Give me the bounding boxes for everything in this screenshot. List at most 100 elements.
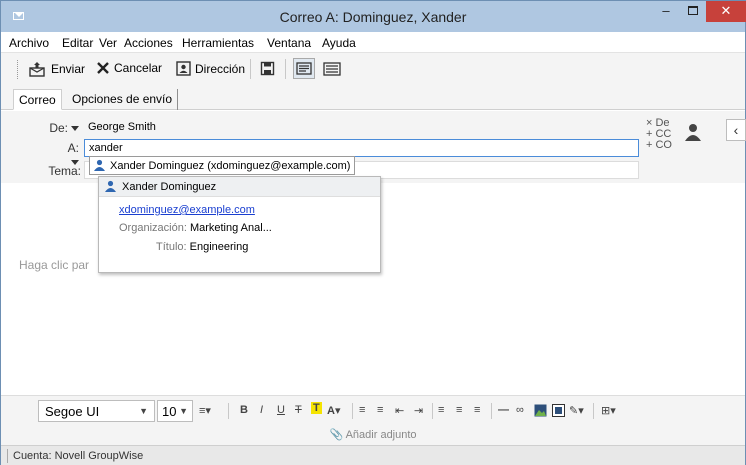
text-color-icon[interactable]: A▾: [327, 404, 340, 417]
from-field[interactable]: George Smith: [84, 119, 639, 137]
format-separator: [432, 403, 433, 419]
org-label: Organización:: [119, 222, 187, 234]
align-center-icon[interactable]: ≡: [456, 404, 462, 416]
format-separator: [491, 403, 492, 419]
plain-text-view-toggle[interactable]: [293, 58, 315, 79]
recipient-links: × De + CC + CO: [646, 118, 672, 151]
send-button[interactable]: Enviar: [29, 61, 85, 77]
body-placeholder: Haga clic par: [19, 258, 90, 272]
from-label-text: De:: [49, 121, 68, 135]
toolbar-separator: [250, 59, 251, 79]
menu-editar[interactable]: Editar: [62, 36, 93, 50]
format-separator: [352, 403, 353, 419]
contact-card-header: Xander Dominguez: [99, 177, 380, 197]
send-label: Enviar: [51, 62, 86, 76]
save-draft-button[interactable]: [260, 61, 275, 76]
chevron-down-icon: ▼: [179, 406, 188, 416]
html-view-icon: [323, 62, 341, 76]
font-family-value: Segoe UI: [45, 403, 100, 419]
menu-acciones[interactable]: Acciones: [124, 36, 173, 50]
font-size-select[interactable]: 10 ▼: [157, 400, 193, 422]
add-attachment-button[interactable]: 📎 Añadir adjunto: [1, 425, 745, 445]
chevron-left-icon: ‹: [733, 122, 739, 138]
toolbar: Enviar Cancelar Dirección: [1, 53, 745, 85]
maximize-button[interactable]: [680, 1, 706, 22]
link-icon[interactable]: ∞: [516, 404, 524, 416]
italic-icon[interactable]: I: [260, 404, 263, 416]
contact-name: Xander Dominguez: [122, 180, 217, 193]
tab-opciones-de-envio[interactable]: Opciones de envío: [67, 89, 179, 110]
maximize-icon: [688, 6, 698, 15]
format-toolbar: Segoe UI ▼ 10 ▼ ≡▾ B I U T T A▾ ≡ ≡ ⇤ ⇥ …: [1, 395, 745, 425]
cancel-label: Cancelar: [114, 61, 163, 75]
add-attachment-label: Añadir adjunto: [345, 429, 417, 441]
collapse-panel-button[interactable]: ‹: [726, 119, 746, 141]
align-left-icon[interactable]: ≡: [438, 404, 444, 416]
bullet-list-icon[interactable]: ≡: [377, 404, 383, 416]
outdent-icon[interactable]: ⇤: [395, 404, 404, 417]
format-separator: [593, 403, 594, 419]
numbered-list-icon[interactable]: ≡: [359, 404, 365, 416]
font-size-value: 10: [162, 403, 177, 419]
menu-ver[interactable]: Ver: [99, 36, 117, 50]
html-view-toggle[interactable]: [323, 62, 341, 76]
person-icon: [105, 180, 116, 192]
close-x-icon: [97, 62, 109, 74]
menu-ayuda[interactable]: Ayuda: [322, 36, 356, 50]
toolbar-separator: [285, 59, 286, 79]
window-title: Correo A: Dominguez, Xander: [279, 9, 467, 25]
text-view-icon: [296, 62, 312, 75]
menu-herramientas[interactable]: Herramientas: [182, 36, 254, 50]
to-label-text: A:: [67, 141, 79, 155]
tab-correo[interactable]: Correo: [13, 89, 62, 110]
chevron-down-icon: [71, 126, 79, 132]
font-family-select[interactable]: Segoe UI ▼: [38, 400, 155, 422]
close-button[interactable]: ✕: [706, 1, 746, 22]
account-status: Cuenta: Novell GroupWise: [13, 450, 144, 462]
tab-strip: Correo Opciones de envío: [1, 85, 745, 110]
person-icon: [94, 159, 105, 171]
address-book-button[interactable]: Dirección: [176, 61, 245, 76]
to-input[interactable]: xander: [84, 139, 639, 157]
address-label: Dirección: [195, 61, 246, 76]
contact-title: Título: Engineering: [156, 241, 248, 253]
toolbar-grip[interactable]: [17, 60, 20, 79]
line-spacing-icon[interactable]: ≡▾: [199, 404, 211, 417]
underline-icon[interactable]: U: [277, 404, 285, 416]
align-right-icon[interactable]: ≡: [474, 404, 480, 416]
cancel-button[interactable]: Cancelar: [96, 61, 162, 75]
org-value: Marketing Anal...: [189, 222, 272, 234]
horizontal-line-icon[interactable]: —: [498, 404, 509, 416]
menu-ventana[interactable]: Ventana: [267, 36, 311, 50]
strikethrough-icon[interactable]: T: [295, 404, 302, 416]
contact-button[interactable]: [681, 121, 705, 145]
address-book-icon: [176, 61, 191, 76]
save-icon: [260, 61, 275, 76]
contact-email-link[interactable]: xdominguez@example.com: [119, 204, 255, 216]
format-separator: [228, 403, 229, 419]
signature-icon[interactable]: ✎▾: [569, 404, 584, 417]
bold-icon[interactable]: B: [240, 404, 248, 416]
person-icon: [685, 124, 701, 141]
compose-window: Correo A: Dominguez, Xander – ✕ Archivo …: [0, 0, 746, 465]
autocomplete-suggestion[interactable]: Xander Dominguez (xdominguez@example.com…: [89, 156, 355, 175]
insert-image-icon[interactable]: [534, 404, 547, 417]
insert-picture-icon[interactable]: [552, 404, 565, 417]
paperclip-icon: 📎: [329, 429, 344, 441]
status-bar: Cuenta: Novell GroupWise: [1, 445, 745, 465]
contact-card-popup: Xander Dominguez xdominguez@example.com …: [98, 176, 381, 273]
chevron-down-icon: ▼: [139, 406, 148, 416]
title-bar[interactable]: Correo A: Dominguez, Xander – ✕: [1, 1, 746, 32]
add-bcc-link[interactable]: + CO: [646, 140, 672, 151]
menu-archivo[interactable]: Archivo: [9, 36, 49, 50]
subject-label: Tema:: [48, 164, 81, 178]
title-label: Título:: [156, 241, 187, 253]
send-icon: [29, 62, 45, 77]
from-label[interactable]: De:: [49, 121, 79, 135]
table-icon[interactable]: ⊞▾: [601, 404, 616, 417]
indent-icon[interactable]: ⇥: [414, 404, 423, 417]
minimize-button[interactable]: –: [653, 1, 679, 22]
highlight-icon[interactable]: T: [311, 402, 322, 414]
contact-organization: Organización: Marketing Anal...: [119, 222, 272, 234]
status-separator: [7, 449, 8, 463]
